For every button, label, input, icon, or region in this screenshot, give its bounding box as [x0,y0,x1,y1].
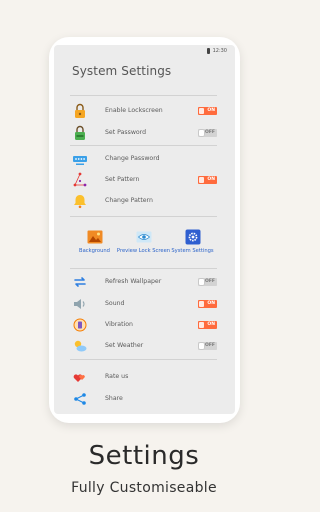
sound-row[interactable]: Sound ON [70,294,217,314]
password-dots-icon [73,156,87,165]
image-icon [87,230,102,244]
enable-lockscreen-label: Enable Lockscreen [105,107,163,114]
set-weather-label: Set Weather [105,342,144,349]
divider [70,95,217,96]
change-pattern-row[interactable]: Change Pattern [70,191,217,211]
refresh-wallpaper-row[interactable]: Refresh Wallpaper OFF [70,272,217,292]
rate-us-row[interactable]: Rate us [70,367,217,387]
pattern-icon [73,172,87,187]
set-weather-row[interactable]: Set Weather OFF [70,336,217,356]
bell-icon [74,195,86,209]
eye-icon [136,231,151,243]
change-password-row[interactable]: Change Password [70,149,217,169]
set-password-label: Set Password [105,129,147,136]
sound-toggle[interactable]: ON [198,300,217,308]
rate-us-label: Rate us [105,373,129,380]
set-pattern-toggle[interactable]: ON [198,176,217,184]
share-label: Share [105,395,123,402]
enable-lockscreen-row[interactable]: Enable Lockscreen ON [70,101,217,121]
change-password-label: Change Password [105,155,160,162]
hearts-icon [73,374,85,382]
vibration-row[interactable]: Vibration ON [70,315,217,335]
lock-orange-icon [75,103,85,118]
background-tile[interactable]: Background [70,226,119,262]
refresh-wallpaper-toggle[interactable]: OFF [198,278,217,286]
phone-frame: 12:30 System Settings Enable Lockscreen … [49,37,240,423]
set-password-row[interactable]: Set Password OFF [70,123,217,143]
vibration-icon [73,318,87,332]
set-pattern-row[interactable]: Set Pattern ON [70,170,217,190]
vibration-label: Vibration [105,321,133,328]
share-icon [74,393,86,405]
refresh-wallpaper-label: Refresh Wallpaper [105,278,162,285]
gear-icon [185,229,200,245]
set-pattern-label: Set Pattern [105,176,140,183]
battery-icon [206,48,210,54]
enable-lockscreen-toggle[interactable]: ON [198,107,217,115]
caption-subtitle: Fully Customiseable [71,480,217,496]
system-settings-tile[interactable]: System Settings [168,226,217,262]
vibration-toggle[interactable]: ON [198,321,217,329]
set-password-toggle[interactable]: OFF [198,129,217,137]
weather-icon [74,340,87,352]
system-settings-label: System Settings [171,248,214,254]
divider [70,145,217,146]
set-weather-toggle[interactable]: OFF [198,342,217,350]
settings-screen: 12:30 System Settings Enable Lockscreen … [54,45,235,414]
status-bar: 12:30 [206,48,227,54]
caption-title: Settings [88,441,200,471]
refresh-icon [74,277,86,287]
quick-actions: Background Preview Lock Screen System Se… [70,226,217,262]
sound-label: Sound [105,300,125,307]
preview-lockscreen-tile[interactable]: Preview Lock Screen [117,226,170,262]
divider [70,268,217,269]
page-title: System Settings [72,64,172,78]
status-time: 12:30 [212,48,227,54]
change-pattern-label: Change Pattern [105,197,153,204]
divider [70,216,217,217]
speaker-icon [74,299,85,309]
divider [70,359,217,360]
lock-green-icon [75,125,85,140]
share-row[interactable]: Share [70,389,217,409]
